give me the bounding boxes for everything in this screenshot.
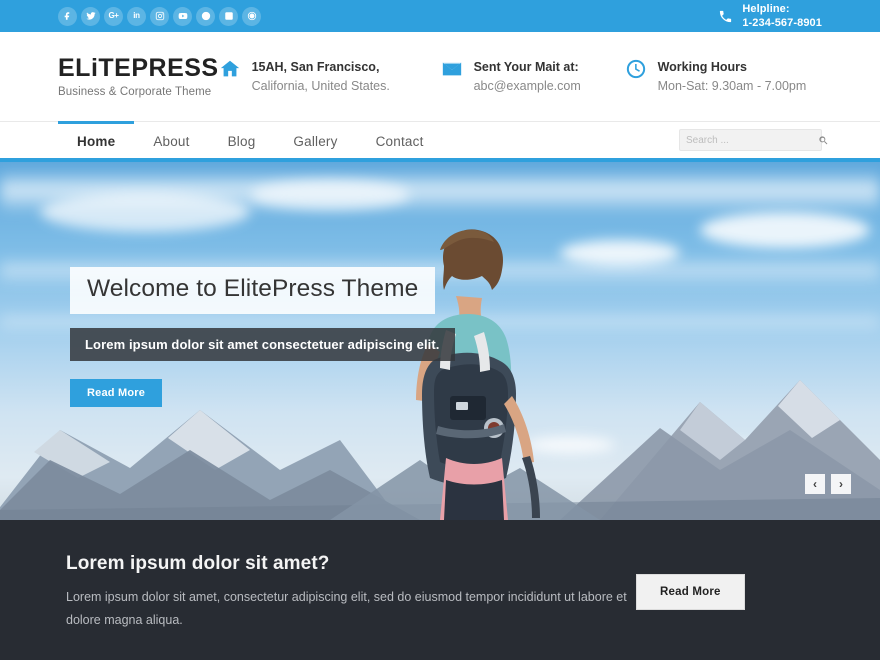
slider-next-button[interactable]: ›	[831, 474, 851, 494]
address-line2: California, United States.	[251, 79, 390, 93]
helpline-number[interactable]: 1-234-567-8901	[742, 16, 822, 30]
skype-icon[interactable]	[196, 6, 215, 26]
slider-prev-button[interactable]: ‹	[805, 474, 825, 494]
hours-label: Working Hours	[657, 59, 747, 74]
google-plus-icon[interactable]: G+	[104, 6, 123, 26]
instagram-icon[interactable]	[150, 6, 169, 26]
helpline-label: Helpline:	[742, 3, 790, 15]
header-info-email: Sent Your Mait at: abc@example.com	[441, 57, 625, 97]
social-links: G+ in	[58, 6, 261, 26]
cta-heading: Lorem ipsum dolor sit amet?	[66, 553, 330, 575]
dribbble-icon[interactable]	[242, 6, 261, 26]
hours-value: Mon-Sat: 9.30am - 7.00pm	[657, 79, 807, 93]
cta-text: Lorem ipsum dolor sit amet, consectetur …	[66, 590, 627, 627]
twitter-icon[interactable]	[81, 6, 100, 26]
slide-content: Welcome to ElitePress Theme Lorem ipsum …	[70, 267, 455, 407]
nav-item-gallery[interactable]: Gallery	[274, 121, 356, 158]
vimeo-icon[interactable]	[219, 6, 238, 26]
main-navigation: Home About Blog Gallery Contact	[0, 121, 880, 158]
site-logo[interactable]: ELiTEPRESS	[58, 55, 219, 82]
brand[interactable]: ELiTEPRESS Business & Corporate Theme	[58, 55, 219, 99]
top-bar: G+ in Helpline: 1-234-567-8901	[0, 0, 880, 32]
search-box[interactable]	[679, 129, 828, 151]
envelope-icon	[441, 57, 463, 81]
facebook-icon[interactable]	[58, 6, 77, 26]
home-icon	[219, 57, 241, 81]
cloud-5	[40, 192, 250, 232]
email-address[interactable]: abc@example.com	[474, 77, 581, 96]
slide-subtitle: Lorem ipsum dolor sit amet consectetuer …	[70, 327, 455, 361]
slider-navigation: ‹ ›	[805, 474, 851, 494]
header-info-address: 15AH, San Francisco, California, United …	[219, 57, 441, 97]
hero-slider: Welcome to ElitePress Theme Lorem ipsum …	[0, 162, 880, 520]
cloud-1	[560, 240, 680, 266]
cta-read-more-button[interactable]: Read More	[636, 574, 745, 610]
site-tagline: Business & Corporate Theme	[58, 86, 212, 99]
address-line1: 15AH, San Francisco,	[251, 59, 380, 74]
search-icon[interactable]	[818, 135, 829, 146]
cta-band: Lorem ipsum dolor sit amet? Lorem ipsum …	[0, 520, 880, 660]
clock-icon	[625, 57, 647, 81]
phone-icon	[718, 9, 733, 24]
nav-item-home[interactable]: Home	[58, 121, 135, 158]
header-info-group: 15AH, San Francisco, California, United …	[219, 57, 835, 97]
helpline: Helpline: 1-234-567-8901	[718, 2, 822, 30]
nav-item-blog[interactable]: Blog	[209, 121, 275, 158]
site-header: ELiTEPRESS Business & Corporate Theme 15…	[0, 32, 880, 121]
search-input[interactable]	[686, 134, 818, 146]
linkedin-icon[interactable]: in	[127, 6, 146, 26]
email-label: Sent Your Mait at:	[473, 59, 579, 74]
cloud-6	[250, 180, 410, 210]
nav-item-about[interactable]: About	[134, 121, 208, 158]
nav-item-contact[interactable]: Contact	[357, 121, 443, 158]
slide-read-more-button[interactable]: Read More	[70, 378, 163, 407]
nav-menu: Home About Blog Gallery Contact	[58, 121, 443, 158]
cloud-2	[700, 212, 870, 248]
slide-title: Welcome to ElitePress Theme	[70, 267, 436, 314]
youtube-icon[interactable]	[173, 6, 192, 26]
header-info-hours: Working Hours Mon-Sat: 9.30am - 7.00pm	[625, 57, 835, 97]
